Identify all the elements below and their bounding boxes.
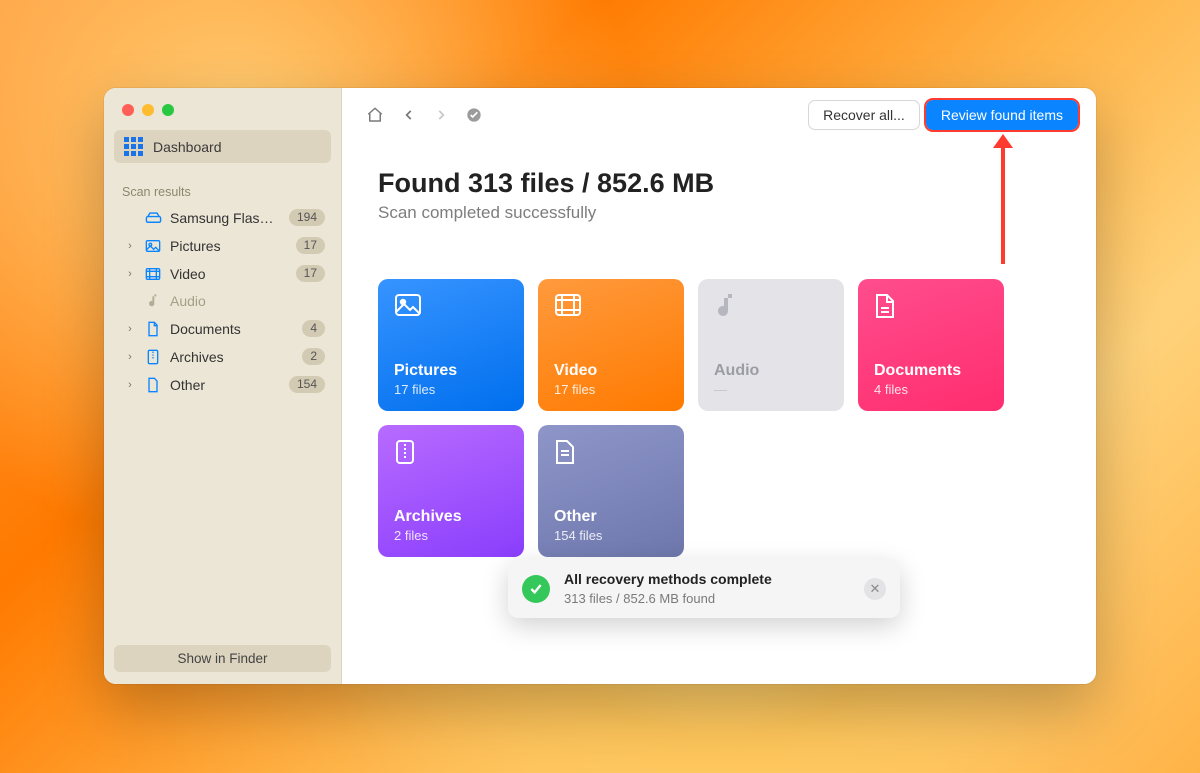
- archives-icon: [394, 439, 508, 467]
- minimize-window-button[interactable]: [142, 104, 154, 116]
- card-title: Other: [554, 508, 668, 526]
- toast-title: All recovery methods complete: [564, 571, 772, 587]
- doc-icon: [144, 321, 162, 337]
- sidebar-item-audio[interactable]: Audio: [110, 288, 335, 314]
- card-audio[interactable]: Audio —: [698, 279, 844, 411]
- card-title: Documents: [874, 362, 988, 380]
- sidebar-item-label: Samsung Flash D...: [170, 210, 281, 226]
- close-window-button[interactable]: [122, 104, 134, 116]
- sidebar-item-archive[interactable]: › Archives 2: [110, 343, 335, 370]
- sidebar-item-picture[interactable]: › Pictures 17: [110, 232, 335, 259]
- card-subtitle: 4 files: [874, 382, 988, 397]
- other-icon: [144, 377, 162, 393]
- video-icon: [144, 267, 162, 281]
- card-subtitle: —: [714, 382, 828, 397]
- card-subtitle: 2 files: [394, 528, 508, 543]
- count-badge: 17: [296, 265, 325, 282]
- card-pictures[interactable]: Pictures 17 files: [378, 279, 524, 411]
- picture-icon: [144, 239, 162, 253]
- page-subtitle: Scan completed successfully: [378, 203, 1096, 223]
- card-subtitle: 17 files: [554, 382, 668, 397]
- audio-icon: [714, 293, 828, 321]
- toast-close-button[interactable]: ✕: [864, 578, 886, 600]
- headline: Found 313 files / 852.6 MB Scan complete…: [342, 138, 1096, 229]
- window-controls: [104, 88, 341, 130]
- other-icon: [554, 439, 668, 467]
- sidebar-item-doc[interactable]: › Documents 4: [110, 315, 335, 342]
- audio-icon: [144, 293, 162, 309]
- toolbar: Recover all... Review found items: [342, 88, 1096, 138]
- category-cards: Pictures 17 files Video 17 files Audio — Docum…: [342, 229, 1096, 557]
- count-badge: 4: [302, 320, 325, 337]
- sidebar-item-label: Pictures: [170, 238, 288, 254]
- card-title: Audio: [714, 362, 828, 380]
- maximize-window-button[interactable]: [162, 104, 174, 116]
- card-subtitle: 17 files: [394, 382, 508, 397]
- sidebar-item-label: Documents: [170, 321, 294, 337]
- card-title: Archives: [394, 508, 508, 526]
- status-complete-icon: [460, 104, 488, 126]
- card-archives[interactable]: Archives 2 files: [378, 425, 524, 557]
- sidebar-item-label: Archives: [170, 349, 294, 365]
- card-title: Pictures: [394, 362, 508, 380]
- dashboard-grid-icon: [124, 137, 143, 156]
- sidebar-item-label: Video: [170, 266, 288, 282]
- chevron-right-icon[interactable]: ›: [124, 240, 136, 252]
- drive-icon: [144, 211, 162, 225]
- count-badge: 17: [296, 237, 325, 254]
- count-badge: 154: [289, 376, 325, 393]
- card-other[interactable]: Other 154 files: [538, 425, 684, 557]
- chevron-right-icon[interactable]: ›: [124, 323, 136, 335]
- completion-toast: All recovery methods complete 313 files …: [508, 559, 900, 618]
- card-subtitle: 154 files: [554, 528, 668, 543]
- toast-subtitle: 313 files / 852.6 MB found: [564, 591, 772, 606]
- sidebar-item-dashboard[interactable]: Dashboard: [114, 130, 331, 163]
- video-icon: [554, 293, 668, 321]
- card-video[interactable]: Video 17 files: [538, 279, 684, 411]
- pictures-icon: [394, 293, 508, 321]
- chevron-right-icon[interactable]: ›: [124, 268, 136, 280]
- sidebar: Dashboard Scan results Samsung Flash D..…: [104, 88, 342, 684]
- count-badge: 194: [289, 209, 325, 226]
- home-icon[interactable]: [360, 103, 390, 127]
- sidebar-item-other[interactable]: › Other 154: [110, 371, 335, 398]
- sidebar-section-label: Scan results: [104, 169, 341, 203]
- card-title: Video: [554, 362, 668, 380]
- documents-icon: [874, 293, 988, 321]
- sidebar-item-label: Other: [170, 377, 281, 393]
- chevron-right-icon[interactable]: ›: [124, 379, 136, 391]
- page-title: Found 313 files / 852.6 MB: [378, 168, 1096, 199]
- review-found-items-button[interactable]: Review found items: [926, 100, 1078, 130]
- chevron-right-icon[interactable]: ›: [124, 351, 136, 363]
- sidebar-item-drive[interactable]: Samsung Flash D... 194: [110, 204, 335, 231]
- dashboard-label: Dashboard: [153, 139, 222, 155]
- recover-all-button[interactable]: Recover all...: [808, 100, 920, 130]
- nav-back-icon[interactable]: [396, 105, 422, 125]
- show-in-finder-button[interactable]: Show in Finder: [114, 645, 331, 672]
- close-icon: ✕: [870, 581, 881, 597]
- nav-forward-icon[interactable]: [428, 105, 454, 125]
- card-documents[interactable]: Documents 4 files: [858, 279, 1004, 411]
- checkmark-icon: [522, 575, 550, 603]
- count-badge: 2: [302, 348, 325, 365]
- sidebar-item-video[interactable]: › Video 17: [110, 260, 335, 287]
- sidebar-item-label: Audio: [170, 293, 325, 309]
- archive-icon: [144, 349, 162, 365]
